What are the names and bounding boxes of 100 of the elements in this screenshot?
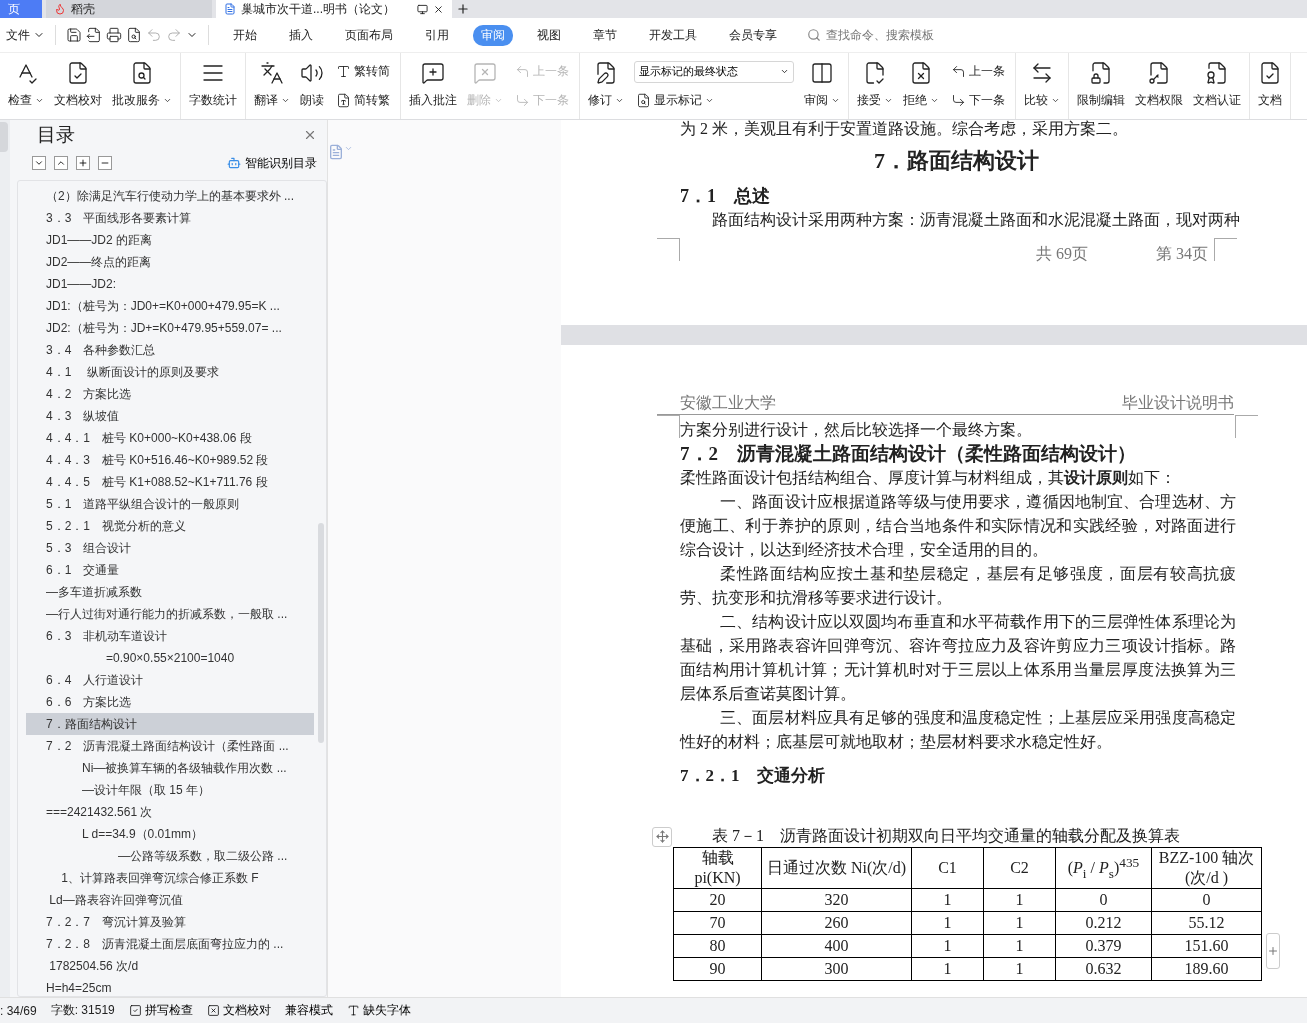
search-field[interactable]: 查找命令、搜索模板 bbox=[807, 27, 958, 43]
ribbon-button[interactable]: 文档校对 bbox=[50, 57, 106, 115]
status-button[interactable]: 文档校对 bbox=[206, 1002, 271, 1019]
toc-item[interactable]: JD1:（桩号为：JD0+=K0+000+479.95=K ... bbox=[26, 295, 314, 317]
toc-item[interactable]: 5．3 组合设计 bbox=[26, 537, 314, 559]
table-caption: 表 7－1 沥青路面设计初期双向日平均交通量的轴载分配及换算表 bbox=[712, 826, 1180, 846]
toc-item[interactable]: 7．路面结构设计 bbox=[26, 713, 314, 735]
table-cell: 0 bbox=[1151, 888, 1262, 912]
smart-toc-button[interactable]: 智能识别目录 bbox=[221, 153, 323, 173]
menu-tab[interactable]: 会员专享 bbox=[721, 24, 785, 46]
window-tab[interactable]: 页 bbox=[0, 0, 42, 18]
toc-item[interactable]: 4．3 纵坡值 bbox=[26, 405, 314, 427]
window-tab[interactable]: 稻壳 bbox=[46, 0, 212, 18]
toc-item[interactable]: Ni—被换算车辆的各级轴载作用次数 ... bbox=[26, 757, 314, 779]
toc-item[interactable]: 7．2 沥青混凝土路面结构设计（柔性路面 ... bbox=[26, 735, 314, 757]
ribbon-button[interactable]: 翻译 bbox=[250, 57, 294, 115]
ribbon-button[interactable]: 简转繁 bbox=[334, 90, 392, 111]
toc-item[interactable]: 4．4．3 桩号 K0+516.46~K0+989.52 段 bbox=[26, 449, 314, 471]
ribbon-button[interactable]: 文档 bbox=[1254, 57, 1286, 115]
toc-item[interactable]: 6．3 非机动车道设计 bbox=[26, 625, 314, 647]
table-cell: 1 bbox=[983, 934, 1056, 958]
toc-item[interactable]: 1、计算路表回弹弯沉综合修正系数 F bbox=[26, 867, 314, 889]
table-cell: 0.632 bbox=[1055, 957, 1152, 981]
ribbon-button[interactable]: 检查 bbox=[4, 57, 48, 115]
toc-item[interactable]: H=h4=25cm bbox=[26, 977, 314, 996]
body-text: 三、面层材料应具有足够的强度和温度稳定性；上基层应采用强度高稳定性好的材料；底基层可就地取材；垫层材料要求水稳定性好。 bbox=[680, 708, 1236, 752]
ribbon-button[interactable]: 文档认证 bbox=[1189, 57, 1245, 115]
toc-item[interactable]: 7．2．8 沥青混凝土面层底面弯拉应力的 ... bbox=[26, 933, 314, 955]
file-menu[interactable]: 文件 bbox=[6, 26, 45, 44]
toc-item[interactable]: L d==34.9（0.01mm） bbox=[26, 823, 314, 845]
toc-item[interactable]: JD2——终点的距离 bbox=[26, 251, 314, 273]
ribbon-button[interactable]: 限制编辑 bbox=[1073, 57, 1129, 115]
table-cell: 0 bbox=[1055, 888, 1152, 912]
menu-tab[interactable]: 页面布局 bbox=[337, 24, 401, 46]
ribbon-button[interactable]: 审阅 bbox=[800, 57, 844, 115]
page-header: 安徽工业大学 bbox=[680, 393, 776, 413]
toc-item[interactable]: 7．2．7 弯沉计算及验算 bbox=[26, 911, 314, 933]
toc-item[interactable]: =0.90×0.55×2100=1040 bbox=[26, 647, 314, 669]
toc-item[interactable]: 6．6 方案比选 bbox=[26, 691, 314, 713]
ribbon-button[interactable]: 批改服务 bbox=[108, 57, 176, 115]
ribbon-button[interactable]: 拒绝 bbox=[899, 57, 943, 115]
toc-item[interactable]: 5．2．1 视觉分析的意义 bbox=[26, 515, 314, 537]
menu-tab[interactable]: 开发工具 bbox=[641, 24, 705, 46]
menu-tab[interactable]: 视图 bbox=[529, 24, 569, 46]
toc-item[interactable]: —公路等级系数，取二级公路 ... bbox=[26, 845, 314, 867]
menu-tab[interactable]: 插入 bbox=[281, 24, 321, 46]
table-cell: 1 bbox=[911, 888, 984, 912]
menu-tab[interactable]: 开始 bbox=[225, 24, 265, 46]
toc-item[interactable]: —设计年限（取 15 年） bbox=[26, 779, 314, 801]
table-header: BZZ-100 轴次 (次/d ) bbox=[1151, 847, 1262, 889]
ribbon-button[interactable]: 插入批注 bbox=[405, 57, 461, 115]
ribbon-button[interactable]: 下一条 bbox=[949, 90, 1007, 111]
toc-item[interactable]: 5．1 道路平纵组合设计的一般原则 bbox=[26, 493, 314, 515]
ribbon-button[interactable]: 比较 bbox=[1020, 57, 1064, 115]
table-cell: 400 bbox=[761, 934, 912, 958]
toc-item[interactable]: 3．4 各种参数汇总 bbox=[26, 339, 314, 361]
table-header: C1 bbox=[911, 847, 984, 889]
toc-item[interactable]: 4．1 纵断面设计的原则及要求 bbox=[26, 361, 314, 383]
ribbon-button[interactable]: 上一条 bbox=[949, 61, 1007, 82]
toc-item[interactable]: 4．2 方案比选 bbox=[26, 383, 314, 405]
table-cell: 1 bbox=[911, 957, 984, 981]
toc-item[interactable]: （2）除满足汽车行使动力学上的基本要求外 ... bbox=[26, 185, 314, 207]
toc-item[interactable]: 6．1 交通量 bbox=[26, 559, 314, 581]
status-button[interactable]: 兼容模式 bbox=[284, 1002, 333, 1019]
body-text: 一、路面设计应根据道路等级与使用要求，遵循因地制宜、合理选材、方便施工、利于养护的原则，结合当地条件和实际情况和实践经验，对路面进行综合设计，以达到经济技术合理，安全适用的目的。 bbox=[680, 492, 1236, 560]
table-cell: 260 bbox=[761, 911, 912, 935]
ribbon-button[interactable]: 繁转简 bbox=[334, 61, 392, 82]
menu-tab[interactable]: 引用 bbox=[417, 24, 457, 46]
body-text: 二、结构设计应以双圆均布垂直和水平荷载作用下的三层弹性体系理论为基础，采用路表容许回弹弯沉、容许弯拉应力及容许剪应力三项设计指标。路面结构用计算机计算；无计算机时对于三层以上体系用当量层厚度法换算为三层体系后查诺莫图计算。 bbox=[680, 612, 1236, 704]
ribbon-button[interactable]: 朗读 bbox=[296, 57, 328, 115]
table-cell: 151.60 bbox=[1151, 934, 1262, 958]
toc-item[interactable]: 4．4．5 桩号 K1+088.52~K1+711.76 段 bbox=[26, 471, 314, 493]
toc-item[interactable]: ===2421432.561 次 bbox=[26, 801, 314, 823]
table-cell: 1 bbox=[983, 888, 1056, 912]
toc-item[interactable]: 4．4．1 桩号 K0+000~K0+438.06 段 bbox=[26, 427, 314, 449]
status-button[interactable]: 缺失字体 bbox=[346, 1002, 411, 1019]
toc-item[interactable]: Ld—路表容许回弹弯沉值 bbox=[26, 889, 314, 911]
markup-select[interactable]: 显示标记的最终状态 bbox=[634, 60, 794, 83]
toc-item[interactable]: 1782504.56 次/d bbox=[26, 955, 314, 977]
toc-item[interactable]: JD1——JD2 的距离 bbox=[26, 229, 314, 251]
toc-item[interactable]: JD1——JD2: bbox=[26, 273, 314, 295]
toc-item[interactable]: 6．4 人行道设计 bbox=[26, 669, 314, 691]
body-text: 方案分别进行设计，然后比较选择一个最终方案。 bbox=[680, 420, 1033, 440]
toc-item[interactable]: —行人过街对通行能力的折减系数，一般取 ... bbox=[26, 603, 314, 625]
status-button[interactable]: 拼写检查 bbox=[128, 1002, 193, 1019]
table-cell: 1 bbox=[983, 957, 1056, 981]
toc-item[interactable]: 3．3 平面线形各要素计算 bbox=[26, 207, 314, 229]
ribbon-button[interactable]: 修订 bbox=[584, 57, 628, 115]
table-cell: 0.212 bbox=[1055, 911, 1152, 935]
ribbon-button[interactable]: 显示标记 bbox=[634, 90, 794, 112]
ribbon-button[interactable]: 接受 bbox=[853, 57, 897, 115]
ribbon-button[interactable]: 字数统计 bbox=[185, 57, 241, 115]
ribbon-button[interactable]: 文档权限 bbox=[1131, 57, 1187, 115]
page-footer: 共 69页 bbox=[1036, 244, 1088, 265]
section-heading: 7．2 沥青混凝土路面结构设计（柔性路面结构设计） bbox=[680, 442, 1137, 466]
menu-tab[interactable]: 章节 bbox=[585, 24, 625, 46]
toc-item[interactable]: JD2:（桩号为：JD+=K0+479.95+559.07= ... bbox=[26, 317, 314, 339]
toc-item[interactable]: —多车道折减系数 bbox=[26, 581, 314, 603]
window-tab[interactable]: 巢城市次干道...明书（论文） bbox=[216, 0, 452, 18]
section-heading: 7．2．1 交通分析 bbox=[680, 765, 826, 787]
